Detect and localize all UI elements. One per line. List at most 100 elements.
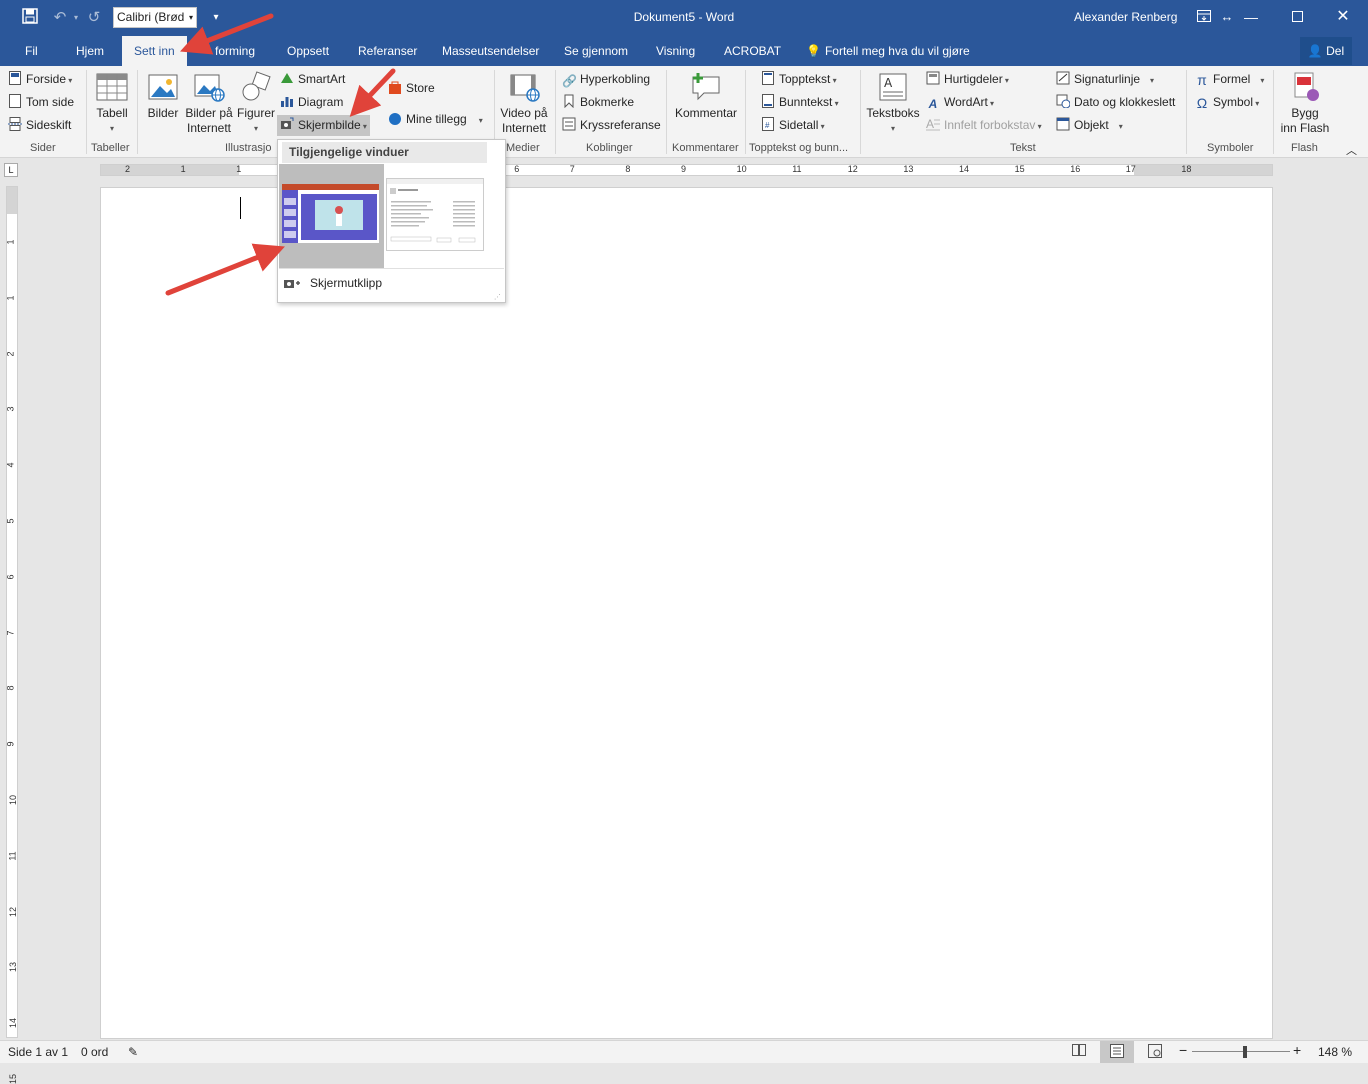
innfelt-label: Innfelt forbokstav bbox=[944, 118, 1036, 132]
tell-me-text: Fortell meg hva du vil gjøre bbox=[824, 44, 970, 58]
document-page[interactable] bbox=[100, 187, 1273, 1039]
zoom-out-icon[interactable]: − bbox=[1179, 1042, 1187, 1058]
formel-button[interactable]: π Formel ▾ bbox=[1195, 69, 1264, 90]
bilder-button[interactable]: Bilder bbox=[145, 71, 181, 121]
bunntekst-button[interactable]: Bunntekst ▾ bbox=[761, 92, 839, 113]
table-icon bbox=[96, 71, 128, 103]
horizontal-ruler[interactable]: 21123456789101112131415161718 bbox=[100, 164, 1273, 176]
hyperkobling-button[interactable]: 🔗 Hyperkobling bbox=[562, 69, 650, 90]
internett-label: Internett bbox=[501, 121, 547, 135]
hyperkobling-label: Hyperkobling bbox=[580, 72, 651, 86]
dropdown-separator bbox=[279, 268, 504, 269]
word-count-status[interactable]: 0 ord bbox=[81, 1045, 108, 1059]
tab-hjem[interactable]: Hjem bbox=[76, 36, 104, 66]
window-thumbnail-2[interactable] bbox=[386, 178, 484, 251]
tab-acrobat[interactable]: ACROBAT bbox=[724, 36, 781, 66]
kommentar-button[interactable]: Kommentar bbox=[672, 71, 740, 121]
read-mode-icon[interactable] bbox=[1072, 1044, 1086, 1059]
tab-oppsett[interactable]: Oppsett bbox=[287, 36, 329, 66]
object-icon bbox=[1056, 117, 1070, 131]
redo-icon[interactable]: ↺ bbox=[84, 8, 104, 28]
undo-dropdown-icon[interactable]: ▾ bbox=[66, 8, 86, 28]
skjermutklipp-menu-item[interactable]: Skjermutklipp bbox=[284, 273, 382, 293]
save-icon[interactable] bbox=[20, 8, 40, 28]
zoom-slider-thumb[interactable] bbox=[1243, 1046, 1247, 1058]
vertical-ruler[interactable]: 1 1 2 3 4 5 6 7 8 9 10 11 12 13 14 15 bbox=[6, 186, 19, 1084]
smartart-button[interactable]: SmartArt bbox=[280, 69, 345, 90]
zoom-in-icon[interactable]: + bbox=[1293, 1042, 1301, 1058]
ruler-number: 16 bbox=[1070, 164, 1081, 174]
vruler-number: 12 bbox=[8, 906, 19, 917]
mine-tillegg-button[interactable]: Mine tillegg ▾ bbox=[388, 109, 483, 130]
ruler-number: 2 bbox=[125, 164, 131, 174]
window-thumbnail-1[interactable] bbox=[279, 164, 384, 268]
tell-me-search[interactable]: 💡 Fortell meg hva du vil gjøre bbox=[806, 36, 970, 66]
objekt-button[interactable]: Objekt ▾ bbox=[1056, 115, 1123, 136]
tab-referanser[interactable]: Referanser bbox=[358, 36, 417, 66]
collapse-ribbon-icon[interactable]: ︿ bbox=[1346, 142, 1357, 158]
signaturlinje-button[interactable]: Signaturlinje ▾ bbox=[1056, 69, 1154, 90]
comment-icon bbox=[690, 71, 722, 103]
forside-button[interactable]: Forside ▾ bbox=[8, 69, 72, 90]
innfelt-forbokstav-button[interactable]: A Innfelt forbokstav ▾ bbox=[926, 115, 1042, 136]
tab-selector-icon[interactable]: L bbox=[4, 163, 18, 177]
maximize-icon[interactable] bbox=[1274, 0, 1320, 34]
customize-quick-access-icon[interactable]: ▾ bbox=[206, 8, 226, 28]
tab-visning[interactable]: Visning bbox=[656, 36, 695, 66]
group-label-tabeller: Tabeller bbox=[91, 142, 130, 154]
bokmerke-button[interactable]: Bokmerke bbox=[562, 92, 634, 113]
minimize-icon[interactable]: — bbox=[1228, 0, 1274, 34]
ruler-margin-right bbox=[1134, 165, 1272, 175]
resize-grip-icon[interactable]: ⋰ bbox=[494, 293, 501, 301]
chevron-down-icon: ▾ bbox=[890, 124, 895, 133]
proofing-icon[interactable]: ✎ bbox=[128, 1045, 138, 1059]
group-label-koblinger: Koblinger bbox=[586, 142, 633, 154]
video-paa-internett-button[interactable]: Video på Internett bbox=[499, 71, 549, 136]
sidetall-button[interactable]: # Sidetall ▾ bbox=[761, 115, 825, 136]
tabell-button[interactable]: Tabell ▾ bbox=[93, 71, 131, 136]
page-count-status[interactable]: Side 1 av 1 bbox=[8, 1045, 68, 1059]
diagram-button[interactable]: Diagram bbox=[280, 92, 343, 113]
text-box-icon: A bbox=[877, 71, 909, 103]
share-button[interactable]: 👤 Del bbox=[1300, 37, 1352, 65]
skjermbilde-button[interactable]: Skjermbilde ▾ bbox=[277, 115, 370, 136]
link-icon: 🔗 bbox=[562, 74, 577, 88]
screenshot-icon bbox=[280, 117, 294, 131]
chevron-down-icon: ▾ bbox=[987, 99, 995, 108]
print-layout-icon[interactable] bbox=[1100, 1041, 1134, 1063]
user-name[interactable]: Alexander Renberg bbox=[1074, 10, 1177, 24]
tekstboks-button[interactable]: A Tekstboks ▾ bbox=[864, 71, 922, 136]
hurtigdeler-button[interactable]: Hurtigdeler ▾ bbox=[926, 69, 1009, 90]
chevron-down-icon: ▾ bbox=[253, 124, 258, 133]
tab-sett-inn[interactable]: Sett inn bbox=[122, 36, 187, 67]
close-icon[interactable]: ✕ bbox=[1320, 0, 1366, 34]
vruler-number: 13 bbox=[8, 962, 19, 973]
figurer-button[interactable]: Figurer ▾ bbox=[236, 71, 276, 136]
tab-fil[interactable]: Fil bbox=[25, 36, 38, 66]
video-paa-label: Video på bbox=[500, 106, 548, 120]
inn-flash-label: inn Flash bbox=[1280, 121, 1330, 135]
bilder-paa-internett-button[interactable]: Bilder på Internett bbox=[184, 71, 234, 136]
dato-og-klokkeslett-button[interactable]: Dato og klokkeslett bbox=[1056, 92, 1175, 113]
zoom-slider-track[interactable] bbox=[1192, 1051, 1290, 1052]
objekt-label: Objekt bbox=[1074, 118, 1109, 132]
tab-masseutsendelser[interactable]: Masseutsendelser bbox=[442, 36, 539, 66]
sideskift-label: Sideskift bbox=[26, 118, 72, 132]
topptekst-label: Topptekst bbox=[779, 72, 831, 86]
topptekst-button[interactable]: Topptekst ▾ bbox=[761, 69, 837, 90]
symbol-button[interactable]: Ω Symbol ▾ bbox=[1195, 92, 1260, 113]
group-label-sider: Sider bbox=[30, 142, 56, 154]
tom-side-button[interactable]: Tom side bbox=[8, 92, 74, 113]
internett-label: Internett bbox=[186, 121, 232, 135]
font-name-combo[interactable]: Calibri (Brød ▾ bbox=[113, 7, 197, 28]
store-button[interactable]: Store bbox=[388, 78, 435, 99]
tab-utforming[interactable]: forming bbox=[215, 36, 255, 66]
zoom-level[interactable]: 148 % bbox=[1318, 1045, 1352, 1059]
bygg-inn-flash-button[interactable]: Bygg inn Flash bbox=[1278, 71, 1332, 136]
tab-se-gjennom[interactable]: Se gjennom bbox=[564, 36, 628, 66]
chevron-down-icon: ▾ bbox=[1118, 122, 1123, 131]
wordart-button[interactable]: A WordArt ▾ bbox=[926, 92, 994, 113]
sideskift-button[interactable]: Sideskift bbox=[8, 115, 71, 136]
web-layout-icon[interactable] bbox=[1148, 1044, 1162, 1061]
kryssreferanse-button[interactable]: Kryssreferanse bbox=[562, 115, 661, 136]
